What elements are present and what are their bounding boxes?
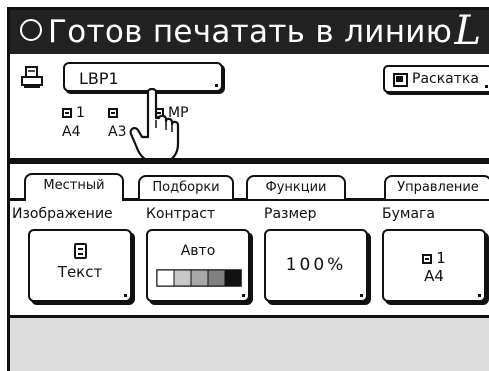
dropdown-marker-icon [124, 294, 127, 297]
rascatka-button[interactable]: Раскатка [383, 65, 489, 93]
size-button[interactable]: 100% [264, 229, 368, 302]
printer-name: LBP1 [79, 69, 119, 88]
size-value: 100% [285, 255, 347, 275]
paper-label: Бумага [382, 206, 435, 222]
tray-1: 1 A4 [62, 105, 85, 140]
document-icon [73, 243, 87, 259]
tab-presets[interactable]: Подборки [138, 175, 234, 199]
tab-admin[interactable]: Управление [384, 175, 489, 199]
contrast-value: Авто [180, 243, 216, 259]
tab-local[interactable]: Местный [24, 173, 124, 201]
contrast-label: Контраст [146, 206, 216, 222]
pointing-hand-icon [129, 88, 180, 164]
image-mode-value: Текст [57, 263, 103, 281]
rascatka-label: Раскатка [412, 71, 479, 87]
image-mode-button[interactable]: Текст [28, 229, 132, 302]
tab-bar: Местный Подборки Функции Управление [10, 170, 489, 201]
tab-functions[interactable]: Функции [246, 175, 346, 199]
size-label: Размер [264, 206, 317, 222]
dropdown-marker-icon [485, 85, 488, 88]
image-label: Изображение [12, 206, 113, 222]
printer-icon [21, 66, 43, 88]
tray-icon [422, 254, 433, 264]
status-text: Готов печатать в линию [48, 14, 453, 50]
tray-icon [62, 108, 72, 118]
tray-2: A3 [108, 105, 126, 140]
dropdown-marker-icon [478, 294, 481, 297]
paper-button[interactable]: 1 A4 [382, 229, 486, 302]
contrast-button[interactable]: Авто [146, 229, 250, 302]
section-divider [10, 158, 489, 164]
paper-tray: 1 [384, 249, 484, 267]
tray-size: A4 [62, 124, 81, 140]
status-bar: Готов печатать в линию L [10, 10, 489, 54]
tray-icon [108, 108, 118, 118]
panel-screen: Готов печатать в линию L LBP1 Раскатка 1… [7, 7, 489, 371]
dropdown-marker-icon [360, 294, 363, 297]
tray-size: A3 [108, 124, 127, 140]
contrast-scale [156, 269, 242, 287]
message-area [10, 315, 489, 371]
paper-size: A4 [424, 267, 444, 285]
ready-indicator-icon [20, 19, 42, 41]
mode-indicator: L [454, 8, 481, 54]
rascatka-icon [393, 73, 408, 87]
tray-number: 1 [76, 105, 85, 121]
paper-tray-number: 1 [436, 249, 446, 267]
dropdown-marker-icon [215, 84, 218, 87]
dropdown-marker-icon [242, 294, 245, 297]
